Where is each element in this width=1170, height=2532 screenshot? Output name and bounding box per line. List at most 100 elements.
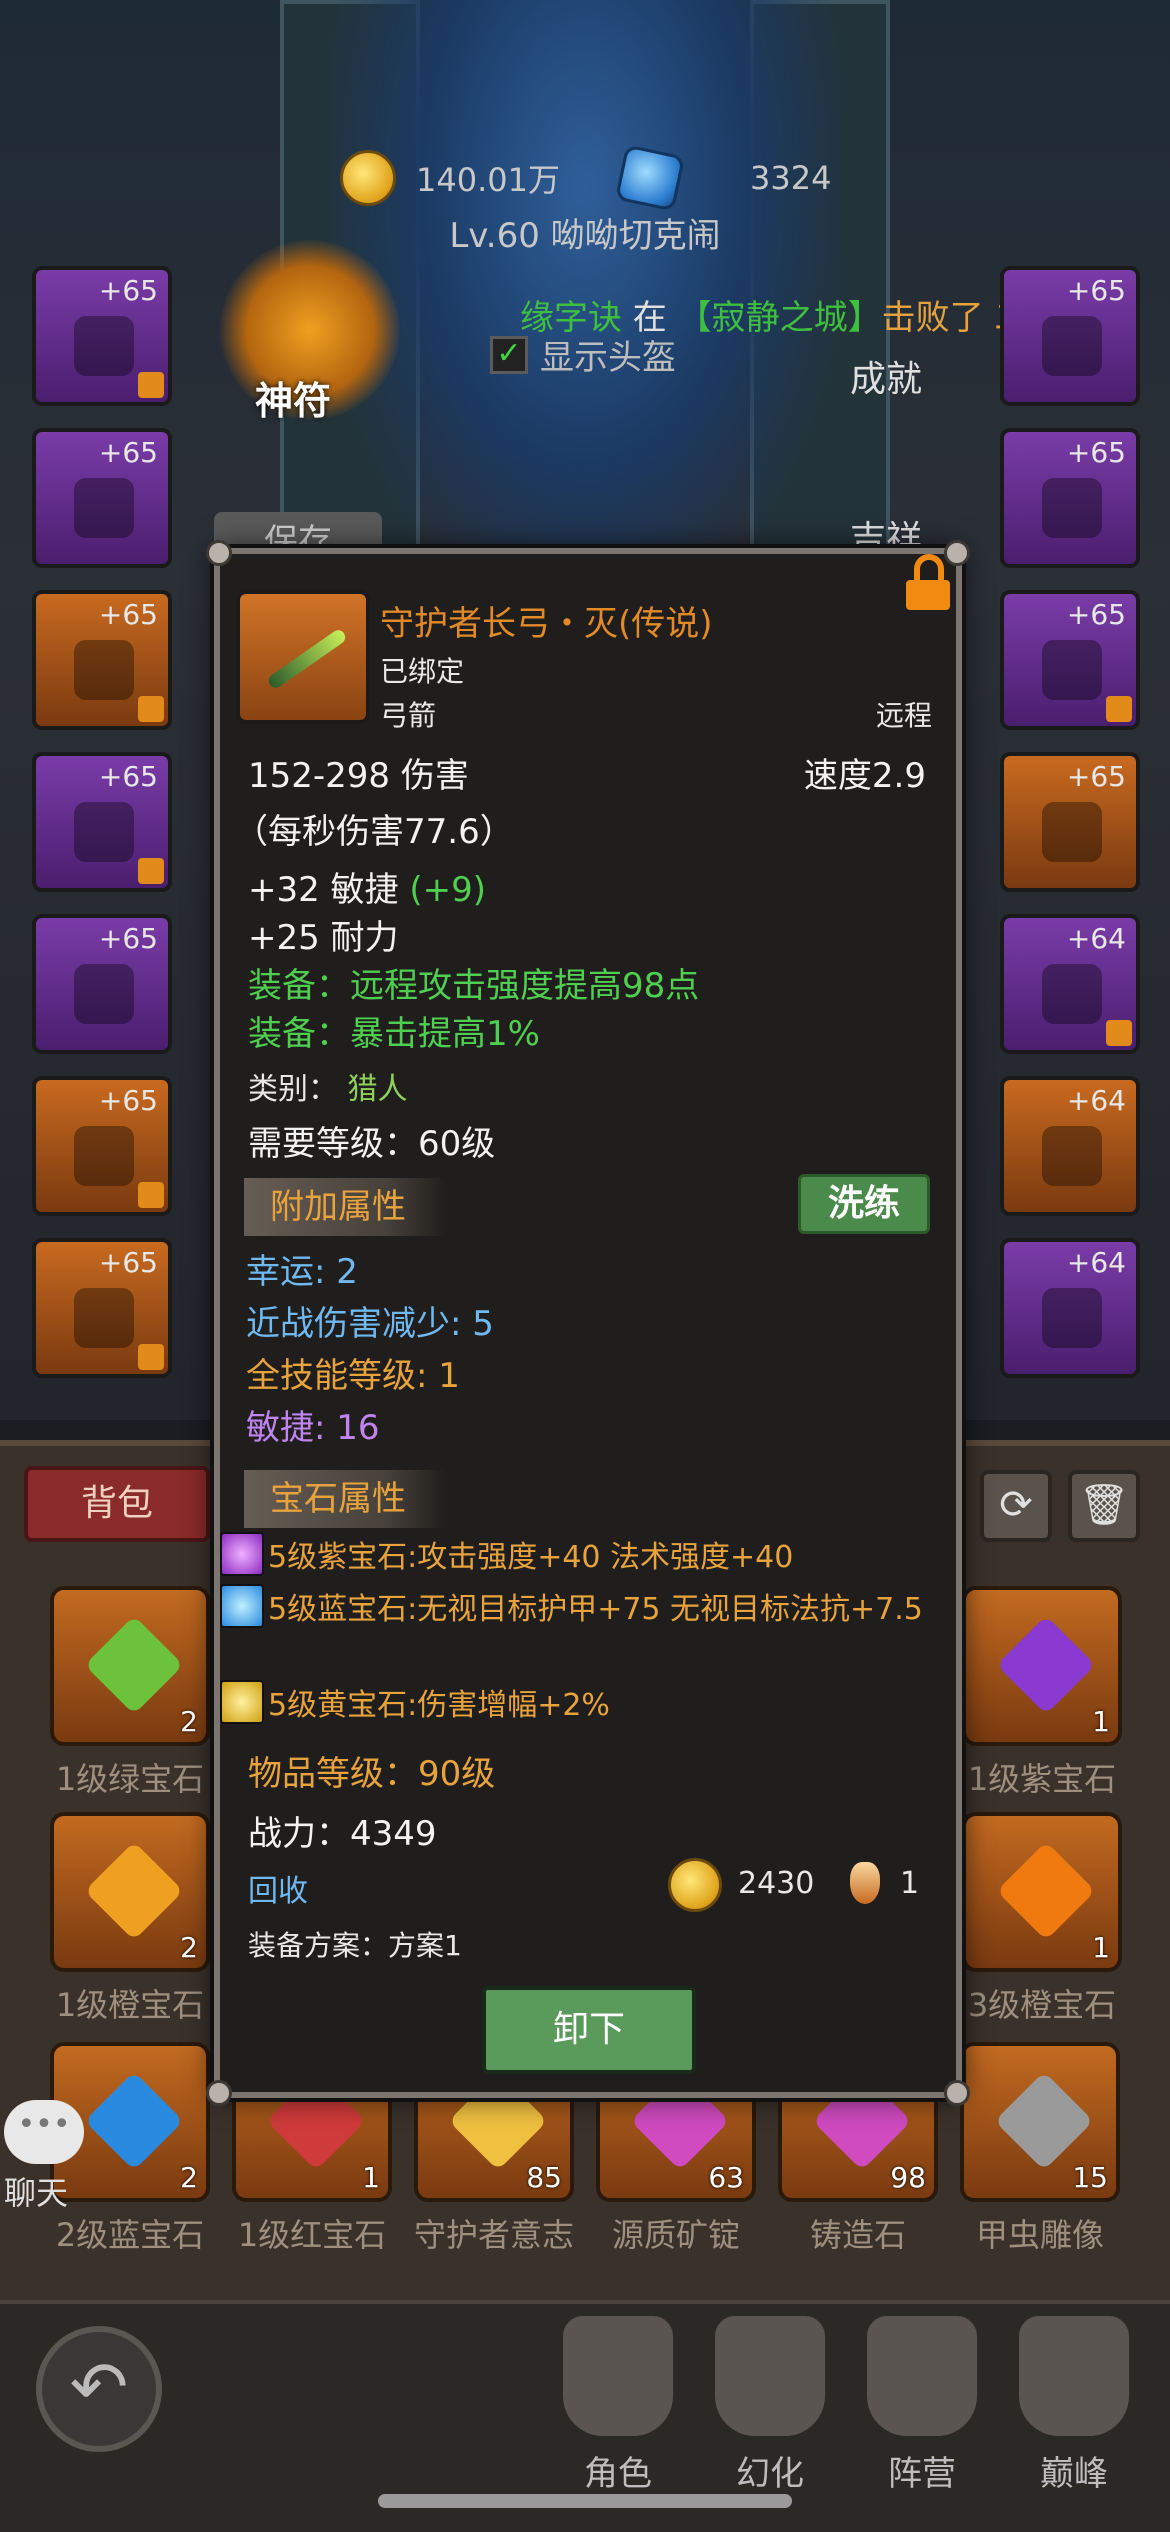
nav-tab-1[interactable]: 幻化 [700, 2316, 840, 2496]
show-helmet-label: 显示头盔 [540, 338, 676, 378]
left-equipment-slot[interactable]: +65 [32, 428, 172, 568]
left-equipment-slot[interactable]: +65 [32, 914, 172, 1054]
equipment-icon [1042, 478, 1102, 538]
enhance-level: +65 [98, 1084, 158, 1117]
nav-tab-3[interactable]: 巅峰 [1004, 2316, 1144, 2496]
sell-gold: 2430 [738, 1866, 815, 1901]
trash-icon[interactable]: 🗑 [1068, 1470, 1140, 1542]
bag-tab[interactable]: 背包 [24, 1466, 210, 1542]
bag-item[interactable]: 2 [50, 1812, 210, 1972]
equip-scheme: 装备方案：方案1 [248, 1929, 462, 1962]
item-count: 63 [708, 2161, 744, 2194]
agility-stat: +32 敏捷 (+9) [248, 862, 486, 911]
class-value: 猎人 [347, 1072, 408, 1107]
diamond-icon [614, 144, 686, 212]
right-equipment-slot[interactable]: +65 [1000, 752, 1140, 892]
chat-label: 聊天 [4, 2174, 69, 2212]
home-indicator [378, 2494, 792, 2508]
item-label: 3级橙宝石 [967, 1986, 1117, 2024]
helmet-icon [715, 2316, 825, 2436]
equipment-icon [1042, 640, 1102, 700]
gem-icon [996, 1841, 1096, 1941]
achievement-button[interactable]: 成就 [850, 350, 922, 402]
lock-icon [138, 372, 164, 398]
left-equipment-slot[interactable]: +65 [32, 590, 172, 730]
nav-label: 幻化 [736, 2454, 804, 2494]
gem-attributes-header: 宝石属性 [244, 1470, 446, 1528]
nav-label: 角色 [584, 2454, 652, 2494]
bag-item[interactable]: 1 [962, 1812, 1122, 1972]
item-count: 98 [890, 2161, 926, 2194]
show-helmet-toggle[interactable]: ✓ 显示头盔 [490, 330, 676, 379]
bag-item[interactable]: 1 [962, 1586, 1122, 1746]
enhance-level: +65 [98, 1246, 158, 1279]
enhance-level: +65 [1066, 274, 1126, 307]
refine-button[interactable]: 洗练 [798, 1174, 930, 1234]
right-equipment-slot[interactable]: +65 [1000, 428, 1140, 568]
item-count: 2 [180, 1931, 198, 1964]
blue-gem-icon [220, 1584, 264, 1628]
left-equipment-slot[interactable]: +65 [32, 266, 172, 406]
item-tooltip: 守护者长弓・灭(传说) 已绑定 弓箭 远程 152-298 伤害 速度2.9 （… [206, 540, 970, 2106]
nav-label: 巅峰 [1040, 2454, 1108, 2494]
enhance-level: +64 [1066, 922, 1126, 955]
right-equipment-slot[interactable]: +64 [1000, 1238, 1140, 1378]
bow-item-icon [236, 590, 370, 724]
gem-line-2: 5级蓝宝石:无视目标护甲+75 无视目标法抗+7.5 [220, 1584, 950, 1628]
enhance-level: +65 [98, 436, 158, 469]
nav-tab-2[interactable]: 阵营 [852, 2316, 992, 2496]
gem-text-1: 5级紫宝石:攻击强度+40 法术强度+40 [268, 1540, 794, 1575]
enhance-level: +65 [1066, 598, 1126, 631]
left-equipment-slot[interactable]: +65 [32, 1238, 172, 1378]
nav-tab-0[interactable]: 角色 [548, 2316, 688, 2496]
item-count: 15 [1072, 2161, 1108, 2194]
corner-ornament [206, 540, 232, 566]
equip-effect-2: 装备：暴击提高1% [248, 1014, 540, 1054]
lock-icon [138, 858, 164, 884]
enhance-level: +65 [98, 760, 158, 793]
right-equipment-slot[interactable]: +65 [1000, 590, 1140, 730]
extra-attributes-header: 附加属性 [244, 1178, 446, 1236]
enhance-level: +65 [1066, 760, 1126, 793]
bag-item[interactable]: 2 [50, 1586, 210, 1746]
stamina-stat: +25 耐力 [248, 918, 399, 958]
equipment-icon [1042, 1288, 1102, 1348]
right-equipment-slot[interactable]: +64 [1000, 1076, 1140, 1216]
item-label: 1级绿宝石 [55, 1760, 205, 1798]
gem-icon [994, 2071, 1094, 2171]
equipment-icon [74, 478, 134, 538]
refresh-icon[interactable]: ⟳ [980, 1470, 1052, 1542]
agility-value: +32 敏捷 [248, 870, 399, 910]
recycle-button[interactable]: 回收 [248, 1866, 308, 1910]
lock-icon [138, 1182, 164, 1208]
left-equipment-slot[interactable]: +65 [32, 1076, 172, 1216]
unequip-button[interactable]: 卸下 [482, 1986, 696, 2074]
equipment-icon [74, 964, 134, 1024]
chat-bubble-icon: ••• [4, 2100, 84, 2164]
helmet-icon [1019, 2316, 1129, 2436]
gem-line-3: 5级黄宝石:伤害增幅+2% [220, 1680, 610, 1724]
enhance-level: +65 [98, 598, 158, 631]
lock-icon[interactable] [906, 554, 952, 610]
right-equipment-slot[interactable]: +64 [1000, 914, 1140, 1054]
class-label: 类别： [248, 1072, 338, 1107]
equipment-icon [74, 316, 134, 376]
item-count: 2 [180, 1705, 198, 1738]
lock-icon [1106, 1020, 1132, 1046]
currency-bar: 140.01万 3324 [340, 144, 831, 212]
weapon-type: 弓箭 [380, 699, 437, 732]
lock-icon [138, 1344, 164, 1370]
notice-place: 【寂静之城】 [677, 298, 882, 338]
gold-coin-icon [668, 1858, 722, 1912]
yellow-gem-icon [220, 1680, 264, 1724]
bag-item[interactable]: 15 [960, 2042, 1120, 2202]
extra-attr-3: 全技能等级: 1 [246, 1356, 460, 1396]
left-equipment-slot[interactable]: +65 [32, 752, 172, 892]
back-arrow-icon[interactable]: ↶ [36, 2326, 162, 2452]
gem-line-1: 5级紫宝石:攻击强度+40 法术强度+40 [220, 1532, 793, 1576]
chat-button[interactable]: ••• 聊天 [4, 2100, 94, 2212]
equipment-icon [74, 802, 134, 862]
right-equipment-slot[interactable]: +65 [1000, 266, 1140, 406]
gold-amount: 140.01万 [416, 161, 560, 199]
checkmark-icon: ✓ [490, 335, 528, 374]
